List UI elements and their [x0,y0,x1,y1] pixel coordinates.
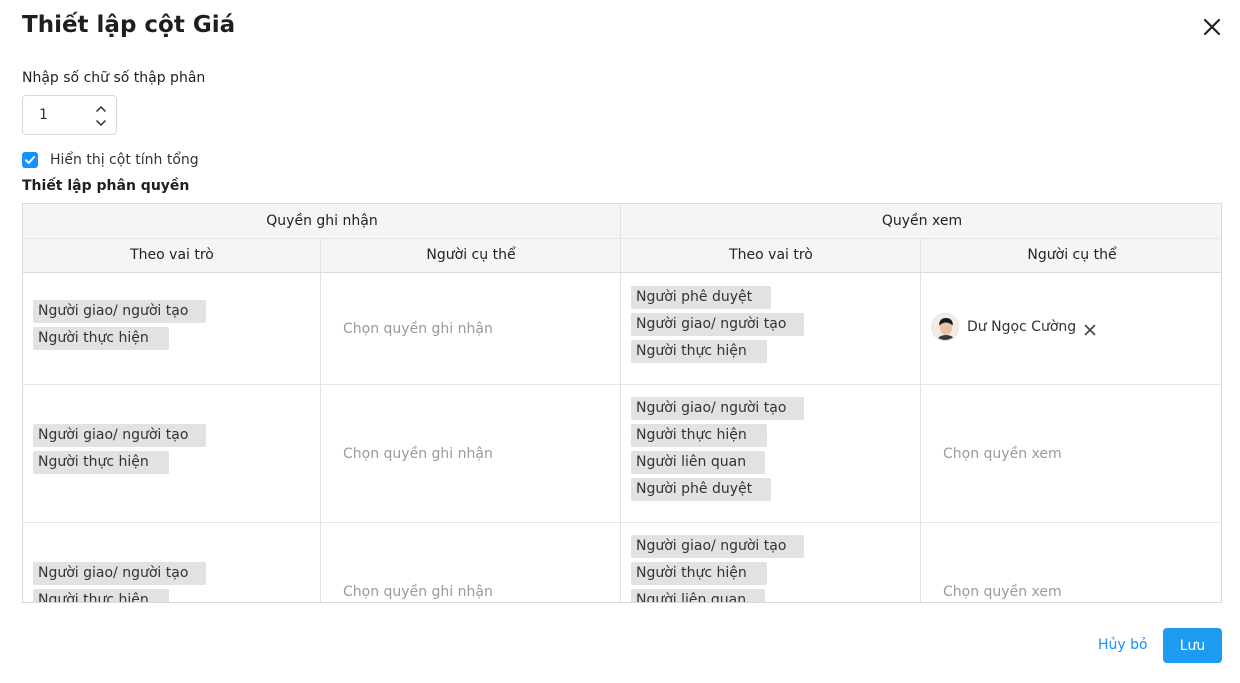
divider [620,204,621,239]
check-icon [25,156,35,164]
divider [23,238,1221,239]
subheader-view-user: Người cụ thể [921,238,1221,273]
view-role-cell[interactable]: Người phê duyệt Người giao/ người tạo Ng… [621,273,920,384]
decimal-label: Nhập số chữ số thập phân [22,70,206,86]
role-tag[interactable]: Người liên quan [631,451,765,474]
show-total-checkbox[interactable] [22,152,38,168]
decimal-value[interactable]: 1 [39,107,48,123]
view-role-cell[interactable]: Người giao/ người tạo Người thực hiện Ng… [621,523,920,602]
chevron-down-icon[interactable] [93,115,109,129]
role-tag[interactable]: Người thực hiện [631,340,767,363]
role-tag[interactable]: Người giao/ người tạo [631,313,804,336]
view-user-cell[interactable]: Chọn quyền xem [921,523,1221,602]
subheader-record-user: Người cụ thể [321,238,621,273]
role-tag[interactable]: Người giao/ người tạo [33,562,206,585]
subheader-view-role: Theo vai trò [621,238,921,273]
role-tag[interactable]: Người thực hiện [631,424,767,447]
remove-icon[interactable] [1084,321,1096,336]
view-user-placeholder[interactable]: Chọn quyền xem [943,446,1062,462]
group-header-record: Quyền ghi nhận [23,204,621,239]
role-tag[interactable]: Người phê duyệt [631,286,771,309]
dialog-title: Thiết lập cột Giá [22,12,236,38]
role-tag[interactable]: Người giao/ người tạo [33,424,206,447]
record-role-cell[interactable]: Người giao/ người tạo Người thực hiện [23,523,320,602]
role-tag[interactable]: Người giao/ người tạo [33,300,206,323]
avatar [931,313,959,341]
cancel-button[interactable]: Hủy bỏ [1098,637,1148,653]
view-user-cell[interactable]: Chọn quyền xem [921,385,1221,522]
user-chip: Dư Ngọc Cường [931,313,1096,341]
record-user-placeholder[interactable]: Chọn quyền ghi nhận [343,584,493,600]
record-role-cell[interactable]: Người giao/ người tạo Người thực hiện [23,273,320,384]
record-user-cell[interactable]: Chọn quyền ghi nhận [321,385,620,522]
record-user-cell[interactable]: Chọn quyền ghi nhận [321,273,620,384]
record-user-placeholder[interactable]: Chọn quyền ghi nhận [343,446,493,462]
decimal-stepper[interactable]: 1 [22,95,117,135]
show-total-row[interactable]: Hiển thị cột tính tổng [22,151,199,169]
show-total-label: Hiển thị cột tính tổng [50,152,199,168]
role-tag[interactable]: Người thực hiện [33,327,169,350]
close-icon[interactable] [1199,14,1225,40]
record-user-cell[interactable]: Chọn quyền ghi nhận [321,523,620,602]
record-role-cell[interactable]: Người giao/ người tạo Người thực hiện [23,385,320,522]
role-tag[interactable]: Người thực hiện [631,562,767,585]
chevron-up-icon[interactable] [93,101,109,115]
role-tag[interactable]: Người giao/ người tạo [631,397,804,420]
role-tag[interactable]: Người giao/ người tạo [631,535,804,558]
group-header-view: Quyền xem [621,204,1221,239]
record-user-placeholder[interactable]: Chọn quyền ghi nhận [343,321,493,337]
view-user-cell[interactable]: Dư Ngọc Cường [921,273,1221,384]
role-tag[interactable]: Người liên quan [631,589,765,602]
save-button[interactable]: Lưu [1163,628,1222,663]
permissions-label: Thiết lập phân quyền [22,178,190,194]
permissions-table: Quyền ghi nhận Quyền xem Theo vai trò Ng… [22,203,1222,603]
subheader-record-role: Theo vai trò [23,238,321,273]
user-name: Dư Ngọc Cường [967,319,1077,335]
role-tag[interactable]: Người thực hiện [33,451,169,474]
view-user-placeholder[interactable]: Chọn quyền xem [943,584,1062,600]
role-tag[interactable]: Người phê duyệt [631,478,771,501]
view-role-cell[interactable]: Người giao/ người tạo Người thực hiện Ng… [621,385,920,522]
role-tag[interactable]: Người thực hiện [33,589,169,602]
